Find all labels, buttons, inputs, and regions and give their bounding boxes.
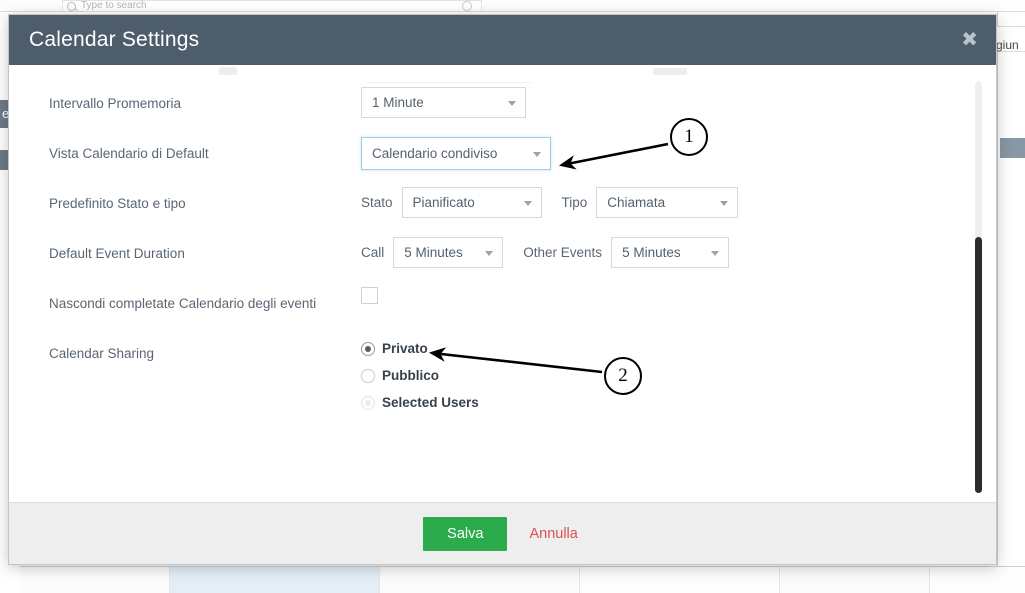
chevron-down-icon [711, 251, 720, 256]
label-reminder-interval: Intervallo Promemoria [49, 96, 182, 111]
control-calendar-sharing: Privato Pubblico Selected Users [361, 337, 956, 410]
clipped-fragment [653, 68, 687, 75]
calendar-column [780, 567, 930, 593]
chevron-down-icon [523, 201, 532, 206]
page-title: Calendar Settings [29, 28, 200, 51]
calendar-sharing-private-radio[interactable]: Privato [361, 341, 479, 356]
chevron-down-icon [720, 201, 729, 206]
radio-unselected-icon [361, 395, 375, 410]
label-calendar-sharing: Calendar Sharing [49, 346, 155, 361]
label-call: Call [361, 245, 385, 260]
annotation-marker-1: 1 [670, 118, 708, 156]
other-events-duration-select[interactable]: 5 Minutes [611, 237, 730, 268]
chevron-down-icon [533, 152, 541, 157]
radio-selected-icon [361, 341, 375, 356]
search-icon [67, 1, 76, 11]
radio-label-public: Pubblico [382, 368, 439, 383]
reminder-interval-select[interactable]: 1 Minute [361, 87, 526, 118]
hide-completed-events-checkbox[interactable] [361, 287, 378, 304]
modal-header: Calendar Settings ✖ [9, 15, 996, 65]
annotation-marker-2: 2 [604, 357, 642, 395]
label-default-calendar-view: Vista Calendario di Default [49, 146, 209, 161]
cancel-button[interactable]: Annulla [525, 517, 581, 551]
default-calendar-view-value: Calendario condiviso [372, 146, 498, 161]
label-stato: Stato [361, 195, 393, 210]
other-events-duration-value: 5 Minutes [622, 245, 681, 260]
clipped-fragment [219, 67, 237, 75]
clear-circle-icon[interactable] [462, 1, 472, 11]
clipped-fragment [367, 82, 532, 83]
save-button[interactable]: Salva [423, 516, 508, 551]
background-search-bar: Type to search [0, 0, 1025, 12]
calendar-column [380, 567, 580, 593]
status-select[interactable]: Pianificato [401, 187, 542, 218]
form-row-default-status-type: Predefinito Stato e tipo Stato Pianifica… [49, 187, 956, 237]
calendar-settings-modal: Calendar Settings ✖ Intervallo Promemori… [8, 14, 997, 565]
label-other-events: Other Events [523, 245, 603, 260]
label-default-status-type: Predefinito Stato e tipo [49, 196, 186, 211]
label-tipo: Tipo [561, 195, 588, 210]
scrollbar-thumb[interactable] [975, 237, 982, 493]
modal-body: Intervallo Promemoria 1 Minute Vista Cal… [9, 65, 996, 502]
control-default-status-type: Stato Pianificato Tipo Chiamata [361, 187, 956, 218]
background-right-bar [1000, 138, 1025, 158]
type-value: Chiamata [607, 195, 666, 210]
search-placeholder: Type to search [81, 0, 147, 11]
form-row-reminder-interval: Intervallo Promemoria 1 Minute [49, 87, 956, 137]
type-select[interactable]: Chiamata [596, 187, 739, 218]
calendar-column-highlighted [170, 567, 380, 593]
default-calendar-view-select[interactable]: Calendario condiviso [361, 137, 551, 170]
radio-label-selected-users: Selected Users [382, 395, 479, 410]
background-divider-line [997, 12, 998, 592]
form-row-calendar-sharing: Calendar Sharing Privato Pubblico Select… [49, 337, 956, 410]
close-icon[interactable]: ✖ [961, 30, 978, 50]
calendar-sharing-selected-users-radio[interactable]: Selected Users [361, 395, 479, 410]
settings-form: Intervallo Promemoria 1 Minute Vista Cal… [9, 65, 996, 502]
status-value: Pianificato [412, 195, 475, 210]
chevron-down-icon [485, 251, 494, 256]
control-hide-completed-events [361, 287, 956, 304]
chevron-down-icon [508, 101, 516, 106]
form-row-default-event-duration: Default Event Duration Call 5 Minutes Ot… [49, 237, 956, 287]
radio-unselected-icon [361, 368, 375, 383]
form-row-hide-completed-events: Nascondi completate Calendario degli eve… [49, 287, 956, 337]
background-calendar-grid [20, 566, 1025, 593]
calendar-column [580, 567, 780, 593]
label-hide-completed-events: Nascondi completate Calendario degli eve… [49, 296, 317, 311]
calendar-sharing-radio-group: Privato Pubblico Selected Users [361, 337, 479, 410]
control-reminder-interval: 1 Minute [361, 87, 956, 118]
calendar-column [930, 567, 1025, 593]
call-duration-value: 5 Minutes [404, 245, 463, 260]
form-row-default-calendar-view: Vista Calendario di Default Calendario c… [49, 137, 956, 187]
search-input[interactable]: Type to search [62, 0, 482, 11]
calendar-sharing-public-radio[interactable]: Pubblico [361, 368, 479, 383]
calendar-column [20, 567, 170, 593]
radio-label-private: Privato [382, 341, 428, 356]
control-default-event-duration: Call 5 Minutes Other Events 5 Minutes [361, 237, 956, 268]
control-default-calendar-view: Calendario condiviso [361, 137, 956, 170]
label-default-event-duration: Default Event Duration [49, 246, 185, 261]
background-right-clipped-text: giun [996, 38, 1019, 52]
reminder-interval-value: 1 Minute [372, 95, 424, 110]
call-duration-select[interactable]: 5 Minutes [393, 237, 504, 268]
clipped-scrolled-row [49, 65, 956, 87]
modal-footer: Salva Annulla [9, 502, 996, 564]
